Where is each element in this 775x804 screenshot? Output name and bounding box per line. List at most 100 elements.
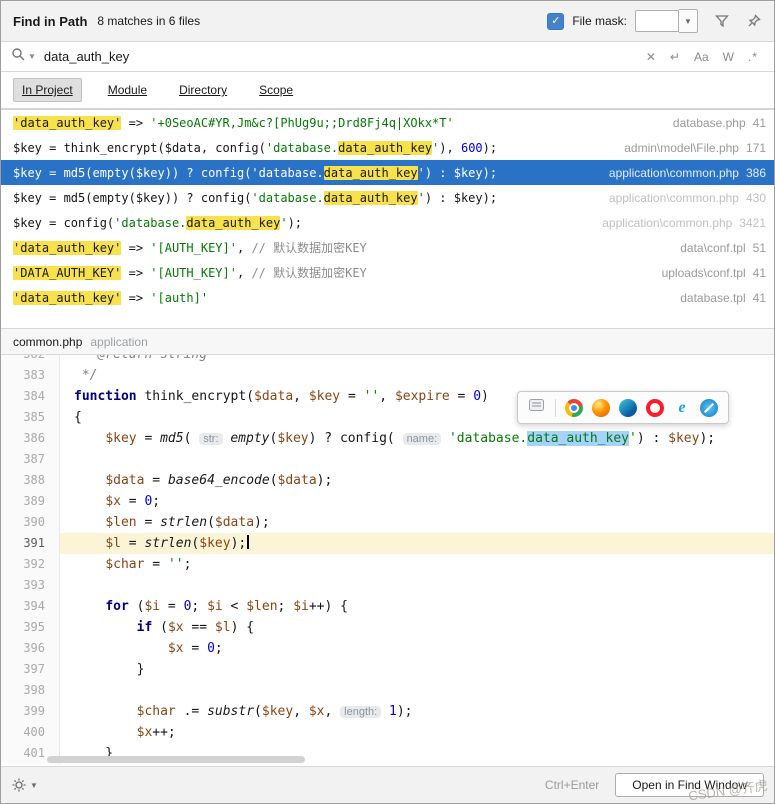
browser-toolbar bbox=[517, 391, 729, 424]
editor-line[interactable]: 394 for ($i = 0; $i < $len; $i++) { bbox=[1, 596, 774, 617]
editor-line[interactable]: 388 $data = base64_encode($data); bbox=[1, 470, 774, 491]
code-segment: $l bbox=[214, 620, 231, 635]
editor-line[interactable]: 382 * @return string bbox=[1, 355, 774, 365]
results-editor-splitter[interactable] bbox=[1, 310, 774, 328]
settings-control[interactable]: ▼ bbox=[11, 777, 38, 793]
code-segment: ); bbox=[396, 704, 413, 719]
code-segment: ), bbox=[439, 140, 461, 155]
line-number: 387 bbox=[1, 449, 60, 470]
result-line-number: 171 bbox=[745, 140, 766, 155]
editor-line[interactable]: 396 $x = 0; bbox=[1, 638, 774, 659]
result-path: application\common.php bbox=[602, 215, 733, 230]
firefox-icon[interactable] bbox=[592, 398, 610, 417]
search-history-chevron-icon[interactable]: ▼ bbox=[28, 52, 36, 61]
internet-explorer-icon[interactable] bbox=[673, 399, 691, 417]
editor-code: if ($x == $l) { bbox=[60, 617, 774, 638]
tab-directory[interactable]: Directory bbox=[173, 79, 233, 101]
code-segment: 'data_auth_key' bbox=[13, 241, 122, 255]
result-row[interactable]: $key = md5(empty($key)) ? config('databa… bbox=[1, 160, 774, 185]
code-segment: ++) { bbox=[308, 599, 348, 614]
tab-scope[interactable]: Scope bbox=[253, 79, 299, 101]
clear-search-icon[interactable]: ✕ bbox=[646, 51, 656, 63]
open-in-find-window-button[interactable]: Open in Find Window bbox=[615, 773, 764, 797]
code-segment: , bbox=[324, 704, 341, 719]
chevron-down-icon[interactable]: ▼ bbox=[679, 9, 698, 33]
opera-icon[interactable] bbox=[646, 398, 664, 417]
result-row[interactable]: 'data_auth_key' => '[AUTH_KEY]', // 默认数据… bbox=[1, 235, 774, 260]
result-location: admin\model\File.php 171 bbox=[624, 141, 766, 155]
editor-line[interactable]: 399 $char .= substr($key, $x, length: 1)… bbox=[1, 701, 774, 722]
editor-code: $x++; bbox=[60, 722, 774, 743]
file-mask-checkbox[interactable]: ✓ bbox=[547, 12, 565, 30]
editor-line[interactable]: 392 $char = ''; bbox=[1, 554, 774, 575]
code-segment: $l bbox=[105, 536, 121, 551]
whole-words-icon[interactable]: W bbox=[723, 51, 734, 63]
horizontal-scrollbar[interactable] bbox=[47, 756, 305, 763]
filter-icon[interactable] bbox=[714, 13, 730, 29]
code-segment: strlen bbox=[160, 515, 208, 530]
regex-icon[interactable]: .* bbox=[748, 51, 758, 63]
open-in-browser-icon[interactable] bbox=[528, 397, 546, 418]
editor-line[interactable]: 389 $x = 0; bbox=[1, 491, 774, 512]
tab-module[interactable]: Module bbox=[102, 79, 153, 101]
code-segment: => bbox=[121, 290, 151, 305]
result-row[interactable]: 'data_auth_key' => '[auth]' database.tpl 4… bbox=[1, 285, 774, 310]
line-number: 400 bbox=[1, 722, 60, 743]
editor-code: for ($i = 0; $i < $len; $i++) { bbox=[60, 596, 774, 617]
safari-icon[interactable] bbox=[700, 398, 718, 417]
result-path: application\common.php bbox=[608, 165, 739, 180]
code-segment: = bbox=[136, 431, 161, 446]
result-code: 'data_auth_key' => '[AUTH_KEY]', // 默认数据… bbox=[13, 239, 666, 256]
code-segment: data_auth_key bbox=[338, 140, 433, 155]
edge-icon[interactable] bbox=[619, 398, 637, 417]
editor-line[interactable]: 400 $x++; bbox=[1, 722, 774, 743]
newline-icon[interactable]: ↵ bbox=[670, 51, 680, 63]
file-mask-input[interactable] bbox=[635, 10, 679, 32]
editor-line[interactable]: 398 bbox=[1, 680, 774, 701]
line-number: 382 bbox=[1, 355, 60, 365]
editor-line[interactable]: 391 $l = strlen($key); bbox=[1, 533, 774, 554]
line-number: 386 bbox=[1, 428, 60, 449]
code-segment: $x bbox=[167, 641, 184, 656]
match-case-icon[interactable]: Aa bbox=[694, 51, 709, 63]
result-row[interactable]: 'data_auth_key' => '+0SeoAC#YR,Jm&c?[PhU… bbox=[1, 110, 774, 135]
result-code: 'DATA_AUTH_KEY' => '[AUTH_KEY]', // 默认数据… bbox=[13, 264, 648, 281]
pin-icon[interactable] bbox=[746, 13, 762, 29]
editor-line[interactable]: 395 if ($x == $l) { bbox=[1, 617, 774, 638]
editor-line[interactable]: 387 bbox=[1, 449, 774, 470]
result-row[interactable]: $key = think_encrypt($data, config('data… bbox=[1, 135, 774, 160]
code-segment: $key = md5(empty($key)) ? config( bbox=[13, 190, 252, 205]
code-segment: ) : bbox=[636, 431, 669, 446]
editor-line[interactable]: 390 $len = strlen($data); bbox=[1, 512, 774, 533]
chrome-icon[interactable] bbox=[565, 398, 583, 417]
line-number: 399 bbox=[1, 701, 60, 722]
search-input[interactable]: data_auth_key bbox=[44, 49, 129, 64]
line-number: 397 bbox=[1, 659, 60, 680]
footer-actions: Ctrl+Enter Open in Find Window bbox=[545, 773, 764, 797]
editor-line[interactable]: 386 $key = md5( str: empty($key) ? confi… bbox=[1, 428, 774, 449]
code-segment: ) ? config( bbox=[308, 431, 403, 446]
result-row[interactable]: 'DATA_AUTH_KEY' => '[AUTH_KEY]', // 默认数据… bbox=[1, 260, 774, 285]
code-segment: $i bbox=[144, 599, 161, 614]
result-row[interactable]: $key = md5(empty($key)) ? config('databa… bbox=[1, 185, 774, 210]
code-segment: => bbox=[121, 115, 151, 130]
search-bar[interactable]: ▼ data_auth_key ✕ ↵ Aa W .* bbox=[1, 42, 774, 72]
gear-icon bbox=[12, 778, 26, 792]
editor-line[interactable]: 393 bbox=[1, 575, 774, 596]
tab-in-project[interactable]: In Project bbox=[13, 78, 82, 102]
editor-line[interactable]: 383 */ bbox=[1, 365, 774, 386]
result-location: application\common.php 3421 bbox=[602, 216, 766, 230]
results-list: 'data_auth_key' => '+0SeoAC#YR,Jm&c?[PhU… bbox=[1, 110, 774, 310]
result-row[interactable]: $key = config('database.data_auth_key');… bbox=[1, 210, 774, 235]
code-segment: function bbox=[74, 389, 137, 404]
code-segment: ' bbox=[417, 190, 425, 205]
code-segment: = bbox=[144, 473, 168, 488]
editor-preview[interactable]: 382 * @return string383 */384function th… bbox=[1, 355, 774, 766]
code-segment: $data bbox=[277, 473, 317, 488]
file-mask-combo[interactable]: ▼ bbox=[635, 9, 698, 33]
code-segment: { bbox=[74, 410, 82, 425]
editor-line[interactable]: 397 } bbox=[1, 659, 774, 680]
